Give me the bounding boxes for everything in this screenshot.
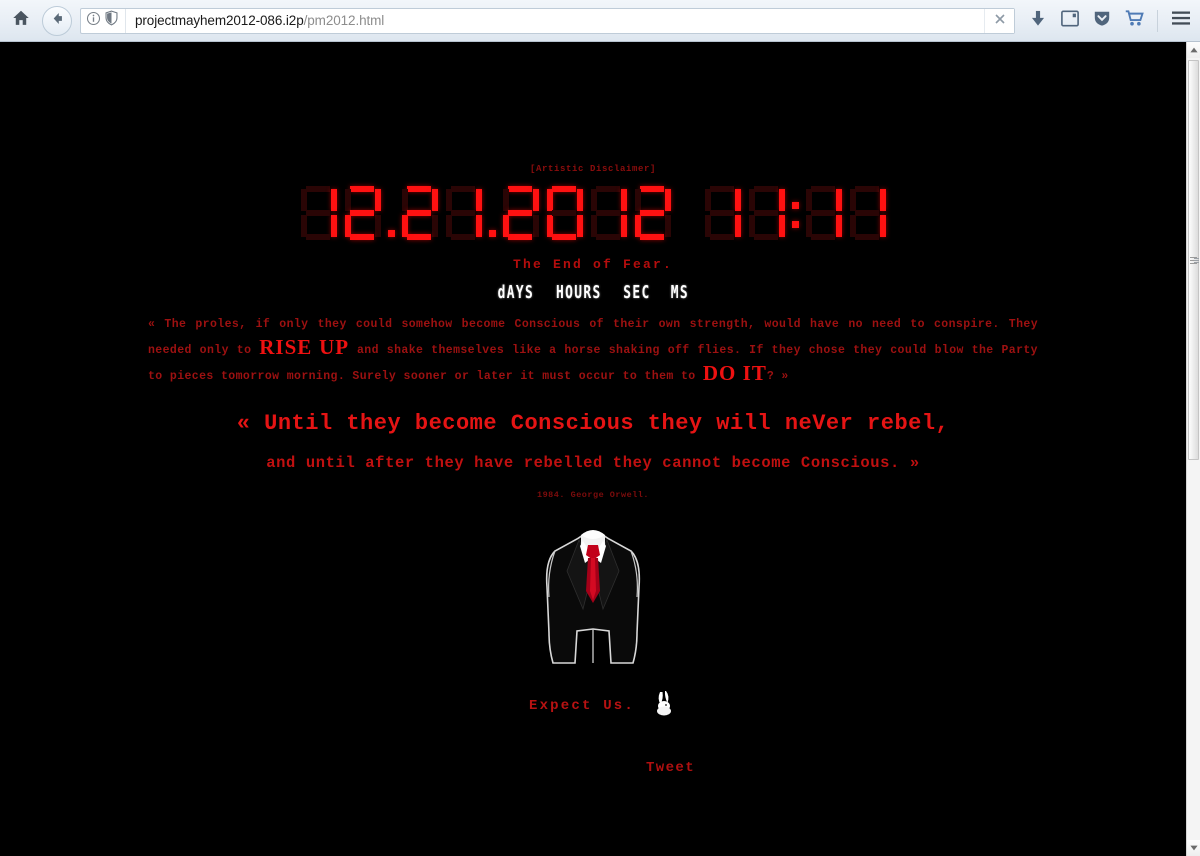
tagline: The End of Fear. (512, 257, 674, 272)
page-viewport: [Artistic Disclaimer] The End of Fear. d… (0, 42, 1186, 856)
anonymous-suit-icon (533, 513, 653, 673)
countdown-clock (0, 185, 1186, 241)
expect-us-text: Expect Us. (528, 698, 635, 714)
shield-icon[interactable] (104, 10, 119, 31)
quote-line-2: and until after they have rebelled they … (266, 454, 920, 472)
sidebar-button[interactable] (1055, 6, 1085, 36)
clock-label-sec: SEC (623, 283, 651, 303)
url-path: /pm2012.html (303, 13, 385, 28)
scroll-up-arrow-icon[interactable] (1187, 42, 1200, 58)
clock-label-ms: MS (670, 283, 689, 303)
clock-digit (443, 185, 485, 241)
white-rabbit-icon (653, 690, 675, 716)
downloads-button[interactable] (1023, 6, 1053, 36)
home-icon (12, 9, 30, 32)
sidebar-panel-icon (1061, 9, 1079, 32)
pocket-shield-icon (1093, 9, 1111, 32)
paragraph-emphasis-do-it: DO IT (702, 361, 767, 385)
back-button[interactable] (42, 5, 72, 36)
tweet-button[interactable]: Tweet (646, 760, 695, 776)
identity-box[interactable] (81, 8, 126, 33)
clock-digit (544, 185, 586, 241)
tweet-row: Tweet (0, 758, 1186, 776)
back-arrow-icon (49, 10, 66, 32)
scroll-down-arrow-icon[interactable] (1187, 840, 1200, 856)
info-circle-icon[interactable] (86, 11, 101, 31)
clock-digit (342, 185, 384, 241)
bottom-spacer (0, 776, 1186, 856)
close-x-icon (994, 12, 1006, 30)
clock-unit-labels: dAYS HOURS SEC MS (0, 283, 1186, 303)
clock-digit (298, 185, 340, 241)
quote-attribution: 1984. George Orwell. (536, 490, 650, 500)
page-scrollbar[interactable] (1186, 42, 1200, 856)
toolbar-divider (1157, 9, 1158, 32)
clock-digit (588, 185, 630, 241)
url-bar[interactable]: projectmayhem2012-086.i2p/pm2012.html (80, 7, 1015, 34)
clock-separator-period (385, 185, 398, 241)
clock-digit (847, 185, 889, 241)
url-text[interactable]: projectmayhem2012-086.i2p/pm2012.html (126, 13, 384, 28)
paragraph-part-3: ? » (766, 370, 789, 383)
orwell-paragraph: « The proles, if only they could somehow… (148, 313, 1038, 388)
quote-line-1: « Until they become Conscious they will … (236, 411, 950, 436)
menu-button[interactable] (1166, 6, 1196, 36)
clock-gap (675, 185, 701, 241)
artistic-disclaimer: [Artistic Disclaimer] (529, 164, 657, 174)
clock-separator-colon (789, 185, 802, 241)
page-content: [Artistic Disclaimer] The End of Fear. d… (0, 164, 1186, 856)
clock-digit (399, 185, 441, 241)
url-host: projectmayhem2012-086.i2p (135, 13, 304, 28)
shopping-cart-icon (1125, 9, 1144, 32)
url-clear-button[interactable] (984, 8, 1014, 33)
clock-digit (500, 185, 542, 241)
clock-digit (746, 185, 788, 241)
expect-us-row: Expect Us. (0, 690, 1186, 722)
home-button[interactable] (6, 6, 36, 36)
clock-label-hours: HOURS (556, 283, 602, 303)
download-arrow-icon (1030, 10, 1046, 32)
clock-digit (803, 185, 845, 241)
clock-label-days: dAYS (498, 283, 535, 303)
pocket-button[interactable] (1087, 6, 1117, 36)
scroll-track-marker (1194, 257, 1199, 263)
cart-button[interactable] (1119, 6, 1149, 36)
hamburger-menu-icon (1171, 10, 1191, 31)
paragraph-emphasis-rise-up: RISE UP (259, 335, 350, 359)
clock-digit (702, 185, 744, 241)
browser-toolbar: projectmayhem2012-086.i2p/pm2012.html (0, 0, 1200, 42)
toolbar-right-icons (1023, 6, 1200, 36)
clock-digit (632, 185, 674, 241)
clock-separator-period (486, 185, 499, 241)
